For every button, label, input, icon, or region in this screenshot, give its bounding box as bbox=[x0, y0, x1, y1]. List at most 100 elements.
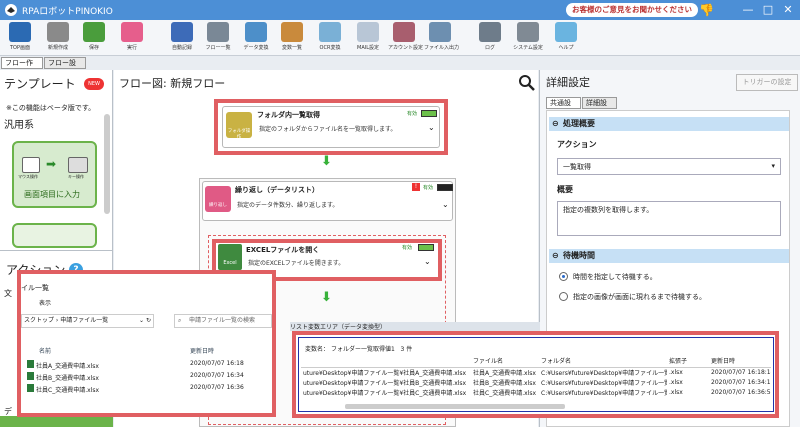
ribbon-icon-10 bbox=[393, 22, 415, 42]
ribbon-icon-4 bbox=[171, 22, 193, 42]
ribbon-label: 自動記録 bbox=[171, 45, 192, 51]
node-name: 繰り返し（データリスト） bbox=[235, 186, 319, 194]
section-wait-time[interactable]: ⊖ 待機時間 bbox=[549, 249, 789, 263]
tab-detail-settings[interactable]: 詳細設定 bbox=[582, 97, 617, 118]
explorer-menu-view[interactable]: 表示 bbox=[39, 298, 51, 307]
ribbon-icon-0 bbox=[9, 22, 31, 42]
card-sub-key: キー操作 bbox=[68, 174, 84, 179]
ribbon-button-5[interactable]: フロー一覧 bbox=[202, 22, 234, 54]
ribbon-button-1[interactable]: 新規作成 bbox=[42, 22, 74, 54]
ribbon-button-7[interactable]: 変数一覧 bbox=[276, 22, 308, 54]
var-table-frame: 変数名： フォルダー一覧取得値1 3 件 ファイル名 フォルダ名 拡張子 更新日… bbox=[298, 337, 774, 412]
node-toggle[interactable] bbox=[418, 244, 434, 251]
explorer-window: イル一覧 表示 スクトップ › 申請ファイル一覧 ⌄ ↻ ⌕ 申請ファイル一覧の検索… bbox=[17, 270, 276, 417]
var-area-header: リスト変数エリア（データ変換型） bbox=[290, 322, 540, 331]
ribbon-button-9[interactable]: MAIL設定 bbox=[352, 22, 384, 54]
maximize-button[interactable]: □ bbox=[758, 2, 778, 18]
beta-note: ※この機能はベータ版です。 bbox=[6, 104, 96, 112]
ribbon-button-2[interactable]: 保存 bbox=[78, 22, 110, 54]
ribbon-label: 新規作成 bbox=[47, 45, 68, 51]
template-scrollbar[interactable] bbox=[104, 114, 110, 214]
summary-field[interactable]: 指定の複数列を取得します。 bbox=[557, 201, 781, 236]
folder-icon: フォルダ操作 bbox=[226, 112, 252, 140]
ribbon-icon-12 bbox=[479, 22, 501, 42]
template-card-2[interactable] bbox=[12, 223, 97, 248]
node-toggle[interactable] bbox=[421, 110, 437, 117]
keyboard-icon bbox=[68, 157, 88, 173]
col-ext[interactable]: 拡張子 bbox=[667, 355, 709, 367]
ribbon-button-11[interactable]: ファイル入出力 bbox=[424, 22, 459, 54]
node-desc: 指定のEXCELファイルを開きます。 bbox=[248, 260, 345, 267]
action-select[interactable]: 一覧取得 ▾ bbox=[557, 158, 781, 175]
collapse-icon: ⊖ bbox=[552, 251, 559, 260]
dropdown-arrow-icon: ▾ bbox=[771, 162, 775, 170]
flow-node-loop[interactable]: 繰り返し 繰り返し（データリスト） ! 有効 指定のデータ件数分、繰り返します。… bbox=[202, 181, 453, 221]
card-sub-mouse: マウス操作 bbox=[18, 174, 38, 179]
chevron-down-icon[interactable]: ⌄ bbox=[442, 200, 449, 209]
flow-node-folder-list[interactable]: フォルダ操作 フォルダ内一覧取得 有効 指定のフォルダからファイル名を一覧取得し… bbox=[222, 106, 440, 148]
ribbon-button-14[interactable]: ヘルプ bbox=[550, 22, 582, 54]
ribbon-icon-9 bbox=[357, 22, 379, 42]
flow-arrow-down-icon: ⬇ bbox=[321, 154, 332, 169]
ribbon-button-10[interactable]: アカウント設定 bbox=[388, 22, 423, 54]
explorer-path[interactable]: スクトップ › 申請ファイル一覧 ⌄ ↻ bbox=[21, 314, 154, 328]
ribbon-button-0[interactable]: TOP画面 bbox=[4, 22, 36, 54]
col-date[interactable]: 更新日時 bbox=[709, 355, 771, 367]
node-toggle[interactable] bbox=[437, 184, 453, 191]
excel-file-icon bbox=[27, 384, 34, 392]
flow-title: フロー図: 新規フロー bbox=[119, 77, 226, 90]
chevron-down-icon[interactable]: ⌄ bbox=[424, 257, 431, 266]
ribbon-button-13[interactable]: システム設定 bbox=[512, 22, 544, 54]
list-item[interactable]: 社員C_交通費申請.xlsx 2020/07/07 16:36 bbox=[27, 384, 272, 396]
ribbon-label: フロー一覧 bbox=[205, 45, 231, 51]
radio-image[interactable] bbox=[559, 292, 568, 301]
template-card-input[interactable]: マウス操作 ➡ キー操作 画面項目に入力 bbox=[12, 141, 97, 208]
search-icon[interactable] bbox=[518, 74, 536, 92]
col-path[interactable] bbox=[301, 355, 471, 367]
chevron-down-icon[interactable]: ⌄ bbox=[428, 123, 435, 132]
thumbs-down-icon[interactable]: 👎 bbox=[699, 3, 719, 17]
pinokio-logo-icon bbox=[5, 4, 17, 16]
flow-node-highlight: フォルダ操作 フォルダ内一覧取得 有効 指定のフォルダからファイル名を一覧取得し… bbox=[214, 99, 448, 155]
radio-time-label: 時間を指定して待機する。 bbox=[573, 273, 657, 281]
section-process-summary[interactable]: ⊖ 処理概要 bbox=[549, 117, 789, 131]
trigger-settings-button[interactable]: トリガーの設定 bbox=[736, 74, 798, 91]
var-table: ファイル名 フォルダ名 拡張子 更新日時 uture¥Desktop¥申請ファイ… bbox=[301, 355, 771, 397]
node-desc: 指定のデータ件数分、繰り返します。 bbox=[237, 202, 339, 209]
node-name: フォルダ内一覧取得 bbox=[257, 111, 320, 119]
ribbon-label: システム設定 bbox=[513, 45, 543, 51]
ribbon-label: OCR変換 bbox=[319, 45, 341, 51]
ribbon-button-3[interactable]: 実行 bbox=[116, 22, 148, 54]
tab-flow-settings[interactable]: フロー設定 bbox=[44, 57, 86, 78]
mouse-icon bbox=[22, 157, 40, 173]
ribbon-button-8[interactable]: OCR変換 bbox=[314, 22, 346, 54]
table-row[interactable]: uture¥Desktop¥申請ファイル一覧¥社員C_交通費申請.xlsx 社員C… bbox=[301, 387, 771, 397]
explorer-search[interactable]: ⌕ 申請ファイル一覧の検索 bbox=[174, 314, 272, 328]
ribbon-icon-8 bbox=[319, 22, 341, 42]
col-name[interactable]: 名前 bbox=[39, 346, 51, 355]
col-file[interactable]: ファイル名 bbox=[471, 355, 539, 367]
main-tabs: フロー作成 フロー設定 bbox=[0, 57, 100, 78]
tab-flow-create[interactable]: フロー作成 bbox=[1, 57, 43, 78]
horizontal-scrollbar[interactable] bbox=[345, 404, 565, 409]
ribbon-button-12[interactable]: ログ bbox=[474, 22, 506, 54]
ribbon-button-4[interactable]: 自動記録 bbox=[166, 22, 198, 54]
ribbon-toolbar: TOP画面 新規作成 保存 実行 自動記録 フロー一覧 データ変換 変数一覧 OCR変換 MAIL… bbox=[0, 20, 800, 56]
action-item-bar[interactable] bbox=[0, 416, 113, 427]
table-row[interactable]: uture¥Desktop¥申請ファイル一覧¥社員A_交通費申請.xlsx 社員A… bbox=[301, 367, 771, 377]
col-date[interactable]: 更新日時 bbox=[190, 346, 214, 355]
node-status: 有効 bbox=[407, 111, 418, 117]
list-item[interactable]: 社員A_交通費申請.xlsx 2020/07/07 16:18 bbox=[27, 360, 272, 372]
title-bar: RPAロボットPINOKIO お客様のご意見をお聞かせください 👎 — □ ✕ bbox=[0, 0, 800, 20]
table-row[interactable]: uture¥Desktop¥申請ファイル一覧¥社員B_交通費申請.xlsx 社員B… bbox=[301, 377, 771, 387]
minimize-button[interactable]: — bbox=[738, 2, 758, 18]
tab-common-settings[interactable]: 共通設定 bbox=[546, 97, 581, 118]
close-button[interactable]: ✕ bbox=[778, 2, 798, 18]
ribbon-label: 変数一覧 bbox=[281, 45, 302, 51]
col-folder[interactable]: フォルダ名 bbox=[539, 355, 667, 367]
ribbon-button-6[interactable]: データ変換 bbox=[240, 22, 272, 54]
flow-arrow-down-icon: ⬇ bbox=[321, 290, 332, 305]
list-item[interactable]: 社員B_交通費申請.xlsx 2020/07/07 16:34 bbox=[27, 372, 272, 384]
radio-time[interactable] bbox=[559, 272, 568, 281]
feedback-button[interactable]: お客様のご意見をお聞かせください bbox=[566, 3, 698, 17]
